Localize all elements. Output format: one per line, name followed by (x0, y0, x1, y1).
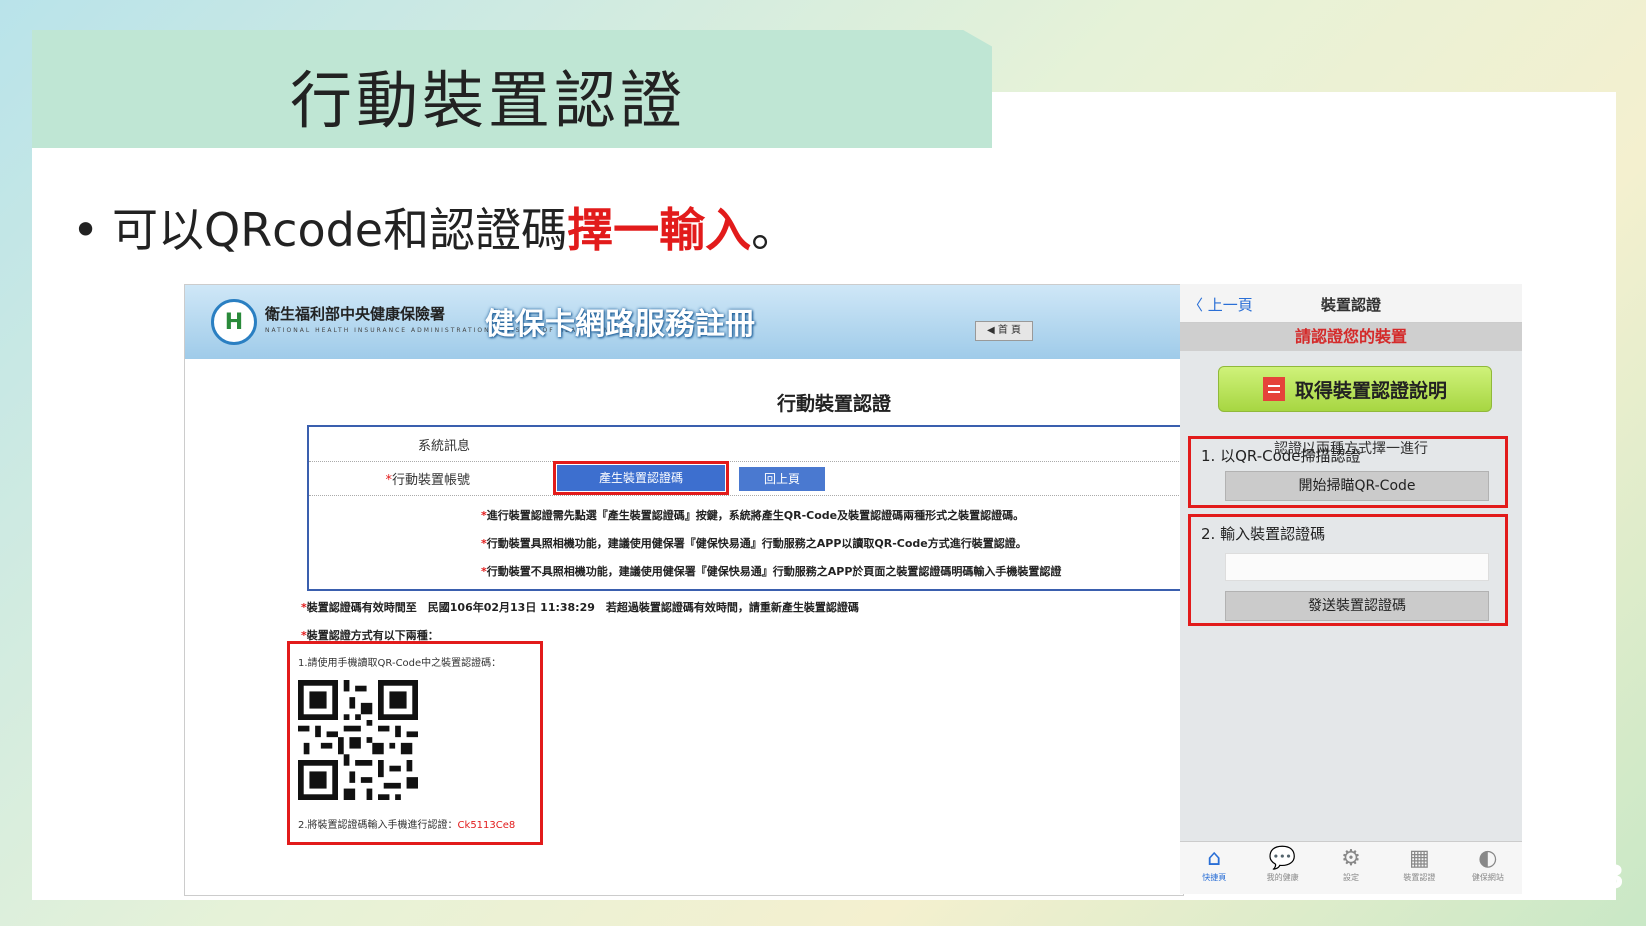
nhi-logo-icon: H (211, 299, 257, 345)
home-icon: ⌂ (1207, 846, 1222, 871)
note-2: *行動裝置具照相機功能，建議使用健保署『健保快易通』行動服務之APP以讀取QR-… (481, 537, 1027, 550)
validity-text: *裝置認證碼有效時間至 民國106年02月13日 11:38:29 若超過裝置認… (301, 601, 859, 614)
label-system-message: 系統訊息 (417, 439, 470, 454)
row-system-message: 系統訊息 (309, 427, 1183, 462)
qr-panel: 1.請使用手機讀取QR-Code中之裝置認證碼： 2.將裝置認證碼輸入手機進行認… (287, 641, 543, 845)
calendar-icon: ▦ (1409, 846, 1430, 871)
slide-title: 行動裝置認證 (290, 64, 687, 137)
tab-nhi-website[interactable]: ◐ 健保網站 (1454, 842, 1522, 894)
service-title: 健保卡網路服務註冊 (485, 307, 755, 342)
qr-code-icon (298, 680, 418, 800)
device-code-input[interactable] (1225, 553, 1489, 581)
section1-label: 1. 以QR-Code掃描認證 (1201, 447, 1361, 465)
note-3: *行動裝置不具照相機功能，建議使用健保署『健保快易通』行動服務之APP於頁面之裝… (481, 565, 1062, 578)
tab-shortcuts[interactable]: ⌂ 快捷頁 (1180, 842, 1248, 894)
web-header: H 衛生福利部中央健康保險署 NATIONAL HEALTH INSURANCE… (185, 285, 1183, 359)
bullet-suffix: 。 (751, 203, 798, 257)
page-heading: 行動裝置認證 (776, 393, 891, 415)
gear-icon: ⚙ (1341, 846, 1361, 871)
get-instructions-label: 取得裝置認證說明 (1294, 379, 1447, 402)
qr-instruction: 1.請使用手機讀取QR-Code中之裝置認證碼： (298, 658, 502, 669)
back-button[interactable]: 回上頁 (739, 467, 825, 491)
org-name: 衛生福利部中央健康保險署 (265, 305, 446, 323)
qr-manual-line: 2.將裝置認證碼輸入手機進行認證：Ck5113Ce8 (298, 820, 516, 831)
mobile-tab-bar: ⌂ 快捷頁 💬 我的健康 ⚙ 設定 ▦ 裝置認證 ◐ 健保網站 (1180, 841, 1522, 894)
device-auth-form: 系統訊息 *行動裝置帳號 產生裝置認證碼 回上頁 *進行裝置認證需先點選『產生裝… (307, 425, 1183, 591)
section2-label: 2. 輸入裝置認證碼 (1201, 525, 1326, 543)
send-code-button[interactable]: 發送裝置認證碼 (1225, 591, 1489, 621)
tab-settings[interactable]: ⚙ 設定 (1317, 842, 1385, 894)
document-icon (1262, 377, 1285, 401)
tab-device-auth[interactable]: ▦ 裝置認證 (1385, 842, 1453, 894)
mobile-nav-bar: 〈 上一頁 裝置認證 (1180, 284, 1522, 323)
bullet-highlight: 擇一輸入 (567, 203, 752, 257)
web-screenshot: H 衛生福利部中央健康保險署 NATIONAL HEALTH INSURANCE… (184, 284, 1184, 896)
label-device-account: *行動裝置帳號 (385, 473, 470, 488)
manual-code: Ck5113Ce8 (457, 820, 516, 831)
bullet-text: 可以QRcode和認證碼 (112, 203, 568, 257)
tab-my-health[interactable]: 💬 我的健康 (1248, 842, 1316, 894)
page-number: 18 (1579, 858, 1624, 896)
scan-qr-button[interactable]: 開始掃瞄QR-Code (1225, 471, 1489, 501)
bullet-point: • 可以QRcode和認證碼擇一輸入。 (72, 194, 797, 260)
chat-icon: 💬 (1268, 846, 1297, 871)
generate-code-button[interactable]: 產生裝置認證碼 (553, 461, 729, 495)
get-instructions-button[interactable]: 取得裝置認證說明 (1218, 366, 1492, 412)
bullet-dot-icon: • (72, 203, 100, 257)
mobile-screenshot: 〈 上一頁 裝置認證 請認證您的裝置 取得裝置認證說明 認證以兩種方式擇一進行 … (1180, 284, 1522, 894)
mobile-title: 裝置認證 (1320, 296, 1381, 314)
enter-code-section: 2. 輸入裝置認證碼 發送裝置認證碼 (1188, 514, 1508, 626)
mobile-subtitle: 請認證您的裝置 (1180, 323, 1522, 351)
home-button[interactable]: ◀ 首 頁 (975, 321, 1033, 341)
globe-icon: ◐ (1478, 846, 1498, 871)
note-1: *進行裝置認證需先點選『產生裝置認證碼』按鍵，系統將產生QR-Code及裝置認證… (481, 509, 1025, 522)
qr-scan-section: 1. 以QR-Code掃描認證 開始掃瞄QR-Code (1188, 436, 1508, 508)
